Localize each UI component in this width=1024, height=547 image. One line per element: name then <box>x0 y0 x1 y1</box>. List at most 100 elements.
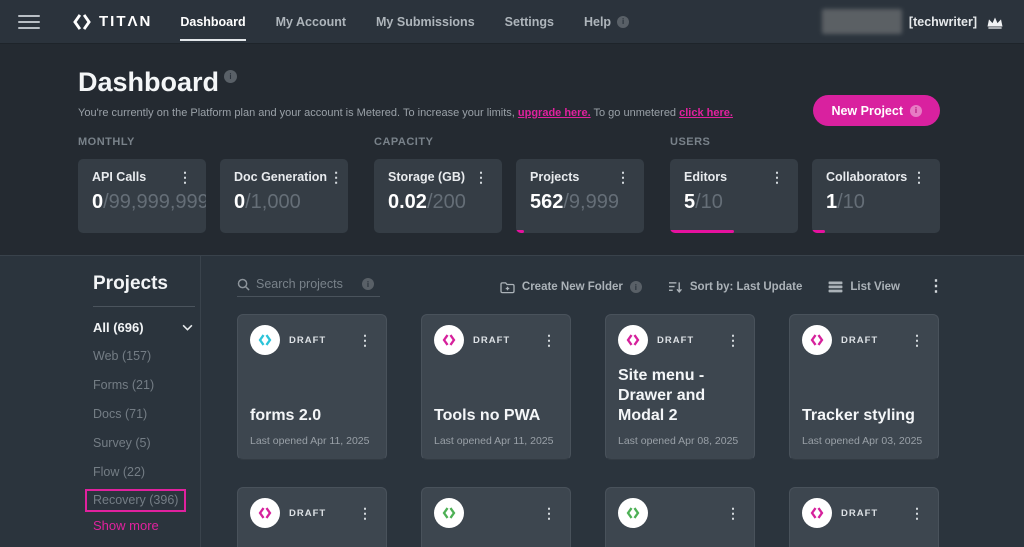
kebab-menu-icon[interactable]: ⋮ <box>472 170 490 184</box>
nav-item-settings[interactable]: Settings <box>505 0 554 44</box>
username-redacted <box>822 9 902 34</box>
kebab-menu-icon[interactable]: ⋮ <box>540 333 558 347</box>
project-title: Site menu - Drawer and Modal 2 <box>618 366 742 426</box>
sidebar-item-forms[interactable]: Forms (21) <box>93 370 200 399</box>
stat-card-storage: Storage (GB) ⋮ 0.02/200 <box>374 159 502 233</box>
stat-card-title: Storage (GB) <box>388 170 465 184</box>
user-account-area[interactable]: [techwriter] <box>822 9 1004 34</box>
toolbar-kebab-menu-icon[interactable]: ⋮ <box>926 279 946 295</box>
status-badge: DRAFT <box>473 335 531 346</box>
sidebar-item-docs[interactable]: Docs (71) <box>93 399 200 428</box>
stat-card-title: Projects <box>530 170 579 184</box>
avatar <box>434 498 464 528</box>
dashboard-summary-section: Dashboard i You're currently on the Plat… <box>0 44 1024 255</box>
sidebar-item-label: Recovery (396) <box>85 489 186 512</box>
stat-card-value: 0/99,999,999 <box>92 191 194 214</box>
last-opened-date: Last opened Apr 03, 2025 <box>802 435 926 447</box>
kebab-menu-icon[interactable]: ⋮ <box>768 170 786 184</box>
stat-limit: /9,999 <box>563 191 619 213</box>
info-icon: i <box>630 281 642 293</box>
crown-icon <box>986 15 1004 29</box>
sidebar-item-survey[interactable]: Survey (5) <box>93 428 200 457</box>
nav-item-my-submissions[interactable]: My Submissions <box>376 0 475 44</box>
stat-card-api-calls: API Calls ⋮ 0/99,999,999 <box>78 159 206 233</box>
stat-group-capacity: CAPACITY Storage (GB) ⋮ 0.02/200 Project… <box>374 136 644 233</box>
nav-item-dashboard[interactable]: Dashboard <box>180 0 245 44</box>
nav-items: Dashboard My Account My Submissions Sett… <box>180 0 629 44</box>
last-opened-date: Last opened Apr 08, 2025 <box>618 435 742 447</box>
sort-icon <box>668 281 683 294</box>
create-new-folder-label: Create New Folder <box>522 281 623 293</box>
kebab-menu-icon[interactable]: ⋮ <box>540 506 558 520</box>
show-more-link[interactable]: Show more <box>93 518 200 533</box>
project-card[interactable]: DRAFT ⋮ Tracker styling Last opened Apr … <box>789 314 939 460</box>
stat-used: 0 <box>234 191 245 213</box>
brand-name: TITΛN <box>99 13 152 30</box>
brand-logo[interactable]: TITΛN <box>72 12 152 32</box>
kebab-menu-icon[interactable]: ⋮ <box>356 333 374 347</box>
list-view-icon <box>828 281 843 293</box>
status-badge: DRAFT <box>657 335 715 346</box>
stat-used: 1 <box>826 191 837 213</box>
project-title: Tools no PWA <box>434 406 558 426</box>
info-icon: i <box>617 16 629 28</box>
new-project-button[interactable]: New Project i <box>813 95 940 126</box>
stat-limit: /99,999,999 <box>103 191 206 213</box>
avatar <box>802 498 832 528</box>
kebab-menu-icon[interactable]: ⋮ <box>327 170 345 184</box>
kebab-menu-icon[interactable]: ⋮ <box>910 170 928 184</box>
search-field[interactable]: i <box>237 277 380 297</box>
nav-item-my-account[interactable]: My Account <box>276 0 346 44</box>
plan-text-part2: To go unmetered <box>591 107 679 119</box>
kebab-menu-icon[interactable]: ⋮ <box>908 506 926 520</box>
sort-by-button[interactable]: Sort by: Last Update <box>668 281 802 294</box>
new-project-label: New Project <box>831 104 903 118</box>
kebab-menu-icon[interactable]: ⋮ <box>908 333 926 347</box>
hamburger-menu-icon[interactable] <box>18 15 40 29</box>
kebab-menu-icon[interactable]: ⋮ <box>724 506 742 520</box>
kebab-menu-icon[interactable]: ⋮ <box>724 333 742 347</box>
plan-status-text: You're currently on the Platform plan an… <box>78 107 940 119</box>
info-icon[interactable]: i <box>224 70 237 83</box>
sidebar-filter-list: Web (157) Forms (21) Docs (71) Survey (5… <box>93 341 200 515</box>
stat-card-value: 0/1,000 <box>234 191 336 214</box>
last-opened-date: Last opened Apr 11, 2025 <box>250 435 374 447</box>
kebab-menu-icon[interactable]: ⋮ <box>614 170 632 184</box>
project-card[interactable]: ⋮ <box>605 487 755 547</box>
info-icon: i <box>362 278 374 290</box>
stat-card-title: Collaborators <box>826 170 907 184</box>
sidebar-item-label: Web (157) <box>93 349 151 363</box>
sidebar-item-web[interactable]: Web (157) <box>93 341 200 370</box>
project-title: forms 2.0 <box>250 406 374 426</box>
stat-card-value: 1/10 <box>826 191 928 214</box>
create-new-folder-button[interactable]: Create New Folder i <box>500 281 642 294</box>
stat-progress-bar <box>812 230 825 233</box>
stat-group-users: USERS Editors ⋮ 5/10 Collaborators ⋮ <box>670 136 940 233</box>
project-card[interactable]: DRAFT ⋮ <box>789 487 939 547</box>
usage-stats-row: MONTHLY API Calls ⋮ 0/99,999,999 Doc Gen… <box>78 136 940 233</box>
project-card[interactable]: DRAFT ⋮ forms 2.0 Last opened Apr 11, 20… <box>237 314 387 460</box>
kebab-menu-icon[interactable]: ⋮ <box>176 170 194 184</box>
sidebar-filter-all[interactable]: All (696) <box>93 320 193 335</box>
project-card[interactable]: ⋮ <box>421 487 571 547</box>
kebab-menu-icon[interactable]: ⋮ <box>356 506 374 520</box>
sidebar-item-flow[interactable]: Flow (22) <box>93 457 200 486</box>
stat-card-value: 0.02/200 <box>388 191 490 214</box>
stat-card-doc-generation: Doc Generation ⋮ 0/1,000 <box>220 159 348 233</box>
stat-used: 5 <box>684 191 695 213</box>
project-card[interactable]: DRAFT ⋮ Site menu - Drawer and Modal 2 L… <box>605 314 755 460</box>
stat-card-value: 5/10 <box>684 191 786 214</box>
unmetered-link[interactable]: click here. <box>679 107 733 119</box>
stat-limit: /10 <box>695 191 723 213</box>
nav-item-help[interactable]: Help i <box>584 0 629 44</box>
upgrade-link[interactable]: upgrade here. <box>518 107 591 119</box>
search-input[interactable] <box>256 277 356 291</box>
project-card[interactable]: DRAFT ⋮ <box>237 487 387 547</box>
project-cards-grid: DRAFT ⋮ forms 2.0 Last opened Apr 11, 20… <box>237 314 1024 547</box>
stat-limit: /1,000 <box>245 191 301 213</box>
user-role-label: [techwriter] <box>909 15 977 29</box>
project-card[interactable]: DRAFT ⋮ Tools no PWA Last opened Apr 11,… <box>421 314 571 460</box>
list-view-button[interactable]: List View <box>828 281 900 293</box>
sidebar-item-recovery[interactable]: Recovery (396) <box>93 486 200 515</box>
titan-logo-icon <box>72 12 92 32</box>
